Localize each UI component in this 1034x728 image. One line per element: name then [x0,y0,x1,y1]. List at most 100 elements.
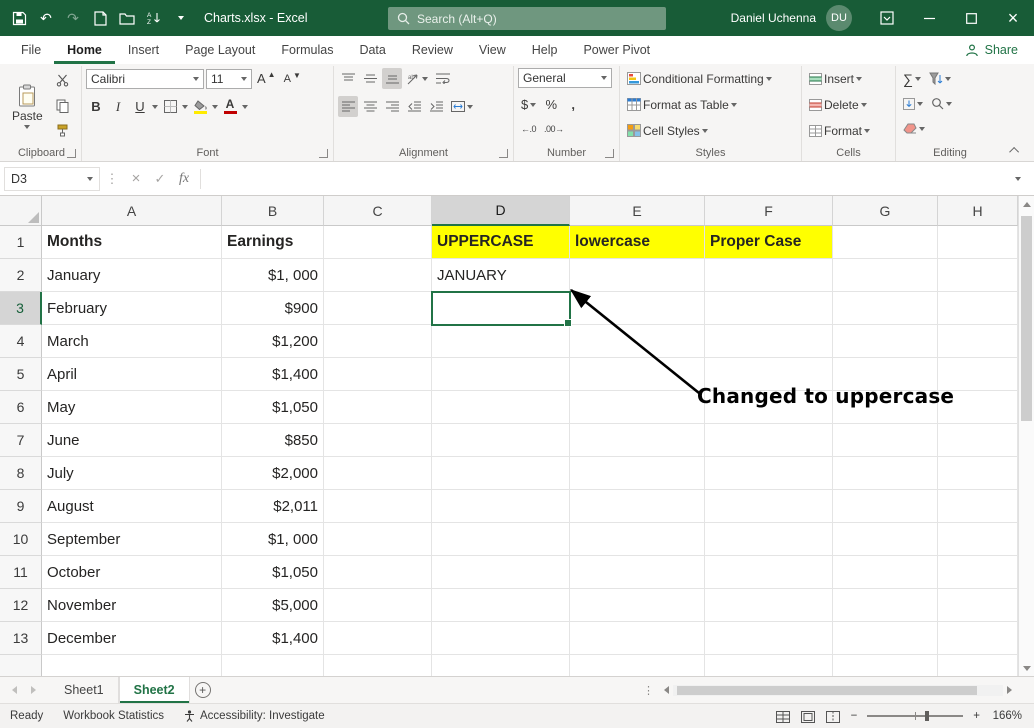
cell-A11[interactable]: October [42,556,222,589]
cell-C3[interactable] [324,292,432,325]
cell-styles-button[interactable]: Cell Styles [624,120,797,141]
normal-view-button[interactable] [776,710,791,723]
cell-C13[interactable] [324,622,432,655]
cell-G4[interactable] [833,325,938,358]
cell-B14[interactable] [222,655,324,676]
row-header-14[interactable] [0,655,42,676]
enter-entry-button[interactable]: ✓ [148,167,172,191]
cell-B11[interactable]: $1,050 [222,556,324,589]
share-button[interactable]: Share [965,36,1018,64]
align-bottom-button[interactable] [382,68,402,89]
cell-B2[interactable]: $1, 000 [222,259,324,292]
alignment-dialog-launcher[interactable] [499,149,508,158]
cell-C12[interactable] [324,589,432,622]
zoom-out-button[interactable]: − [851,710,858,722]
cell-D12[interactable] [432,589,570,622]
cell-B6[interactable]: $1,050 [222,391,324,424]
cell-A4[interactable]: March [42,325,222,358]
cell-H8[interactable] [938,457,1018,490]
cell-D9[interactable] [432,490,570,523]
cell-F7[interactable] [705,424,833,457]
row-header-3[interactable]: 3 [0,292,42,325]
cell-H12[interactable] [938,589,1018,622]
maximize-button[interactable] [950,0,992,36]
cell-G14[interactable] [833,655,938,676]
percent-style-button[interactable]: % [541,94,561,115]
cell-F2[interactable] [705,259,833,292]
horizontal-scroll-track[interactable] [673,685,1003,696]
insert-function-button[interactable]: fx [172,167,196,191]
row-header-8[interactable]: 8 [0,457,42,490]
font-size-select[interactable]: 11 [206,69,252,89]
cell-H14[interactable] [938,655,1018,676]
tab-help[interactable]: Help [519,36,571,64]
align-left-button[interactable] [338,96,358,117]
accounting-format-button[interactable]: $ [518,94,539,115]
cell-E7[interactable] [570,424,705,457]
ribbon-display-options-button[interactable] [866,0,908,36]
decrease-decimal-button[interactable]: .00→ [541,118,567,139]
find-select-button[interactable] [928,93,955,114]
avatar[interactable]: DU [826,5,852,31]
align-middle-button[interactable] [360,68,380,89]
column-header-A[interactable]: A [42,196,222,226]
cell-B12[interactable]: $5,000 [222,589,324,622]
cell-F4[interactable] [705,325,833,358]
prev-sheet-button[interactable] [12,686,17,694]
cell-E10[interactable] [570,523,705,556]
new-sheet-button[interactable]: + [190,677,216,703]
align-center-button[interactable] [360,96,380,117]
sort-filter-button[interactable] [926,68,954,89]
row-header-4[interactable]: 4 [0,325,42,358]
save-button[interactable] [6,4,32,32]
column-header-F[interactable]: F [705,196,833,226]
row-header-9[interactable]: 9 [0,490,42,523]
row-header-12[interactable]: 12 [0,589,42,622]
cell-G9[interactable] [833,490,938,523]
increase-font-button[interactable]: A▲ [254,68,279,89]
copy-button[interactable] [53,95,73,116]
column-header-E[interactable]: E [570,196,705,226]
number-format-select[interactable]: General [518,68,612,88]
cell-E2[interactable] [570,259,705,292]
font-color-dropdown[interactable] [242,105,248,109]
tab-view[interactable]: View [466,36,519,64]
cell-H7[interactable] [938,424,1018,457]
sheet-tab-sheet1[interactable]: Sheet1 [50,677,119,703]
undo-button[interactable]: ↶ [33,4,59,32]
cell-D2[interactable]: JANUARY [432,259,570,292]
increase-indent-button[interactable] [426,96,446,117]
conditional-formatting-button[interactable]: Conditional Formatting [624,68,797,89]
borders-button[interactable] [160,96,180,117]
wrap-text-button[interactable] [433,68,453,89]
bold-button[interactable]: B [86,96,106,117]
tab-insert[interactable]: Insert [115,36,172,64]
cell-C6[interactable] [324,391,432,424]
font-name-select[interactable]: Calibri [86,69,204,89]
cell-G8[interactable] [833,457,938,490]
sort-button[interactable]: AZ [141,4,167,32]
cell-D4[interactable] [432,325,570,358]
cell-F14[interactable] [705,655,833,676]
fill-color-button[interactable] [190,96,210,117]
cell-D11[interactable] [432,556,570,589]
cell-F13[interactable] [705,622,833,655]
zoom-in-button[interactable]: + [973,710,980,722]
cell-F8[interactable] [705,457,833,490]
cell-B4[interactable]: $1,200 [222,325,324,358]
cell-A9[interactable]: August [42,490,222,523]
cell-B5[interactable]: $1,400 [222,358,324,391]
delete-cells-button[interactable]: Delete [806,94,891,115]
cell-F10[interactable] [705,523,833,556]
cell-H4[interactable] [938,325,1018,358]
redo-button[interactable]: ↷ [60,4,86,32]
cell-H13[interactable] [938,622,1018,655]
cell-B13[interactable]: $1,400 [222,622,324,655]
decrease-font-button[interactable]: A▼ [281,68,304,89]
cell-C2[interactable] [324,259,432,292]
vertical-scrollbar[interactable] [1018,196,1034,676]
cell-B9[interactable]: $2,011 [222,490,324,523]
sheet-tab-sheet2[interactable]: Sheet2 [119,677,190,703]
cell-E1[interactable]: lowercase [570,226,705,259]
cell-A12[interactable]: November [42,589,222,622]
